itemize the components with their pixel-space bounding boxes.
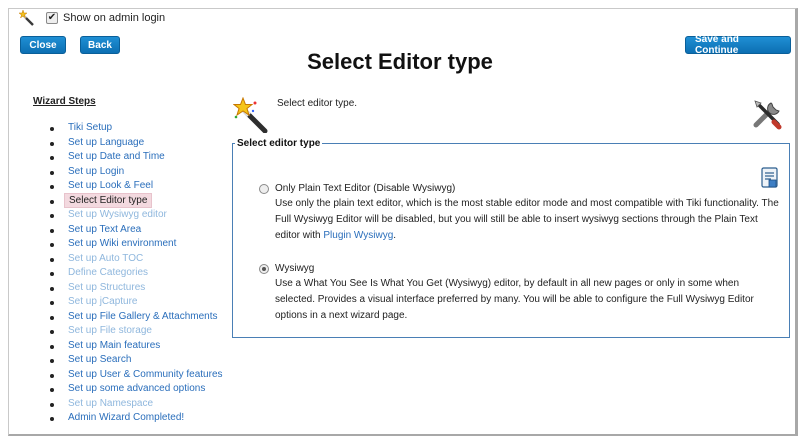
show-on-login-checkbox[interactable]: ✔ xyxy=(46,12,58,24)
admin-login-toggle: ✔ Show on admin login xyxy=(19,10,165,26)
wizard-step-item[interactable]: Set up Text Area xyxy=(50,223,223,238)
plain-text-radio[interactable] xyxy=(259,183,269,194)
wizard-step-label[interactable]: Set up File Gallery & Attachments xyxy=(68,311,218,322)
wizard-step-item: Set up File storage xyxy=(50,324,223,339)
wizard-step-label[interactable]: Set up User & Community features xyxy=(68,369,223,380)
show-on-login-label: Show on admin login xyxy=(63,12,166,24)
wizard-step-item[interactable]: Set up Main features xyxy=(50,339,223,354)
wizard-step-item: Select Editor type xyxy=(50,192,223,209)
wizard-step-item[interactable]: Set up Language xyxy=(50,136,223,151)
magic-wand-icon xyxy=(19,10,34,26)
page-title: Select Editor type xyxy=(307,49,493,74)
wizard-step-label[interactable]: Set up Login xyxy=(68,166,124,177)
wizard-step-label: Set up Namespace xyxy=(68,397,154,409)
wysiwyg-label[interactable]: Wysiwyg xyxy=(275,263,314,274)
wizard-step-label[interactable]: Set up Look & Feel xyxy=(68,180,153,191)
wizard-step-label: Set up jCapture xyxy=(68,296,138,307)
wizard-step-label[interactable]: Tiki Setup xyxy=(68,122,112,133)
editor-type-legend: Select editor type xyxy=(237,138,321,149)
wizard-step-label: Select Editor type xyxy=(64,192,153,208)
plugin-wysiwyg-link[interactable]: Plugin Wysiwyg xyxy=(323,230,393,241)
wizard-step-item: Set up Namespace xyxy=(50,397,223,412)
wizard-step-item[interactable]: Set up Look & Feel xyxy=(50,179,223,194)
wizard-step-label: Define Categories xyxy=(68,267,149,278)
intro-text: Select editor type. xyxy=(277,98,358,109)
wizard-step-label[interactable]: Set up Wiki environment xyxy=(68,238,176,249)
wizard-step-item[interactable]: Tiki Setup xyxy=(50,121,223,136)
wizard-step-label[interactable]: Admin Wizard Completed! xyxy=(68,412,184,423)
plain-text-option[interactable]: Only Plain Text Editor (Disable Wysiwyg)… xyxy=(259,183,780,244)
wizard-step-item: Set up jCapture xyxy=(50,295,223,310)
wizard-step-item[interactable]: Set up User & Community features xyxy=(50,368,223,383)
plain-text-description: Use only the plain text editor, which is… xyxy=(275,196,780,244)
wizard-step-item: Set up Structures xyxy=(50,281,223,296)
wizard-steps-list: Tiki Setup Set up Language Set up Date and… xyxy=(50,121,223,426)
wizard-step-label: Set up Structures xyxy=(68,281,146,293)
wizard-step-item[interactable]: Set up Date and Time xyxy=(50,150,223,165)
wysiwyg-radio[interactable] xyxy=(259,263,269,274)
wizard-step-item[interactable]: Set up Login xyxy=(50,165,223,180)
wizard-step-label[interactable]: Set up Date and Time xyxy=(68,151,165,162)
plain-text-desc-end: . xyxy=(393,230,397,241)
wizard-step-item[interactable]: Set up Search xyxy=(50,353,223,368)
wizard-step-item: Set up Auto TOC xyxy=(50,252,223,267)
wizard-step-label[interactable]: Set up Language xyxy=(68,137,144,148)
wizard-step-item[interactable]: Set up some advanced options xyxy=(50,382,223,397)
magic-wand-icon xyxy=(233,97,268,133)
wizard-step-label[interactable]: Set up Text Area xyxy=(68,224,141,235)
wizard-step-item[interactable]: Admin Wizard Completed! xyxy=(50,411,223,426)
wysiwyg-description: Use a What You See Is What You Get (Wysi… xyxy=(275,278,754,321)
wizard-step-label[interactable]: Set up Main features xyxy=(68,340,160,351)
tools-icon xyxy=(753,100,782,130)
wizard-step-label: Set up Wysiwyg editor xyxy=(68,209,167,220)
wizard-step-item[interactable]: Set up File Gallery & Attachments xyxy=(50,310,223,325)
wizard-step-label[interactable]: Set up Search xyxy=(68,354,131,365)
plain-text-label[interactable]: Only Plain Text Editor (Disable Wysiwyg) xyxy=(275,183,455,194)
wizard-step-item: Define Categories xyxy=(50,266,223,281)
wysiwyg-option[interactable]: Wysiwyg Use a What You See Is What You G… xyxy=(259,263,780,324)
wizard-steps-heading: Wizard Steps xyxy=(33,96,96,107)
wizard-step-label: Set up Auto TOC xyxy=(68,252,144,264)
wizard-step-item[interactable]: Set up Wiki environment xyxy=(50,237,223,252)
wizard-step-item: Set up Wysiwyg editor xyxy=(50,208,223,223)
wizard-step-label: Set up File storage xyxy=(68,325,152,336)
wizard-step-label[interactable]: Set up some advanced options xyxy=(68,383,205,394)
